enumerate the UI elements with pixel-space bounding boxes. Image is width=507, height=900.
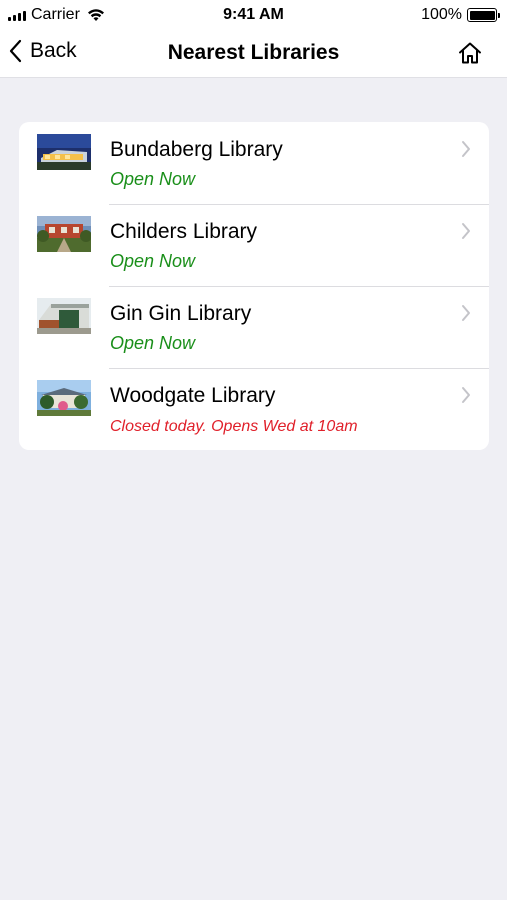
library-row-childers[interactable]: Childers Library Open Now xyxy=(19,204,489,286)
chevron-right-icon xyxy=(462,223,470,239)
library-status: Open Now xyxy=(110,169,196,189)
library-status: Closed today. Opens Wed at 10am xyxy=(110,418,358,435)
library-thumbnail xyxy=(37,134,91,170)
status-bar: Carrier 9:41 AM 100% xyxy=(0,0,507,30)
library-row-woodgate[interactable]: Woodgate Library Closed today. Opens Wed… xyxy=(19,368,489,450)
library-status: Open Now xyxy=(110,251,196,271)
library-name: Bundaberg Library xyxy=(110,138,283,161)
navigation-bar: Back Nearest Libraries xyxy=(0,30,507,78)
library-status: Open Now xyxy=(110,333,196,353)
library-name: Childers Library xyxy=(110,220,258,243)
library-row-bundaberg[interactable]: Bundaberg Library Open Now xyxy=(19,122,489,204)
battery-percent: 100% xyxy=(421,6,462,23)
home-icon[interactable] xyxy=(457,40,483,66)
library-thumbnail xyxy=(37,380,91,416)
library-name: Gin Gin Library xyxy=(110,302,252,325)
chevron-right-icon xyxy=(462,305,470,321)
library-name: Woodgate Library xyxy=(110,384,276,407)
chevron-right-icon xyxy=(462,141,470,157)
battery-icon xyxy=(467,8,500,22)
library-thumbnail xyxy=(37,298,91,334)
chevron-right-icon xyxy=(462,387,470,403)
library-thumbnail xyxy=(37,216,91,252)
page-title: Nearest Libraries xyxy=(167,41,340,64)
library-row-gin-gin[interactable]: Gin Gin Library Open Now xyxy=(19,286,489,368)
library-list: Bundaberg Library Open Now Childers Libr… xyxy=(19,122,489,450)
status-right: 100% xyxy=(421,6,500,24)
